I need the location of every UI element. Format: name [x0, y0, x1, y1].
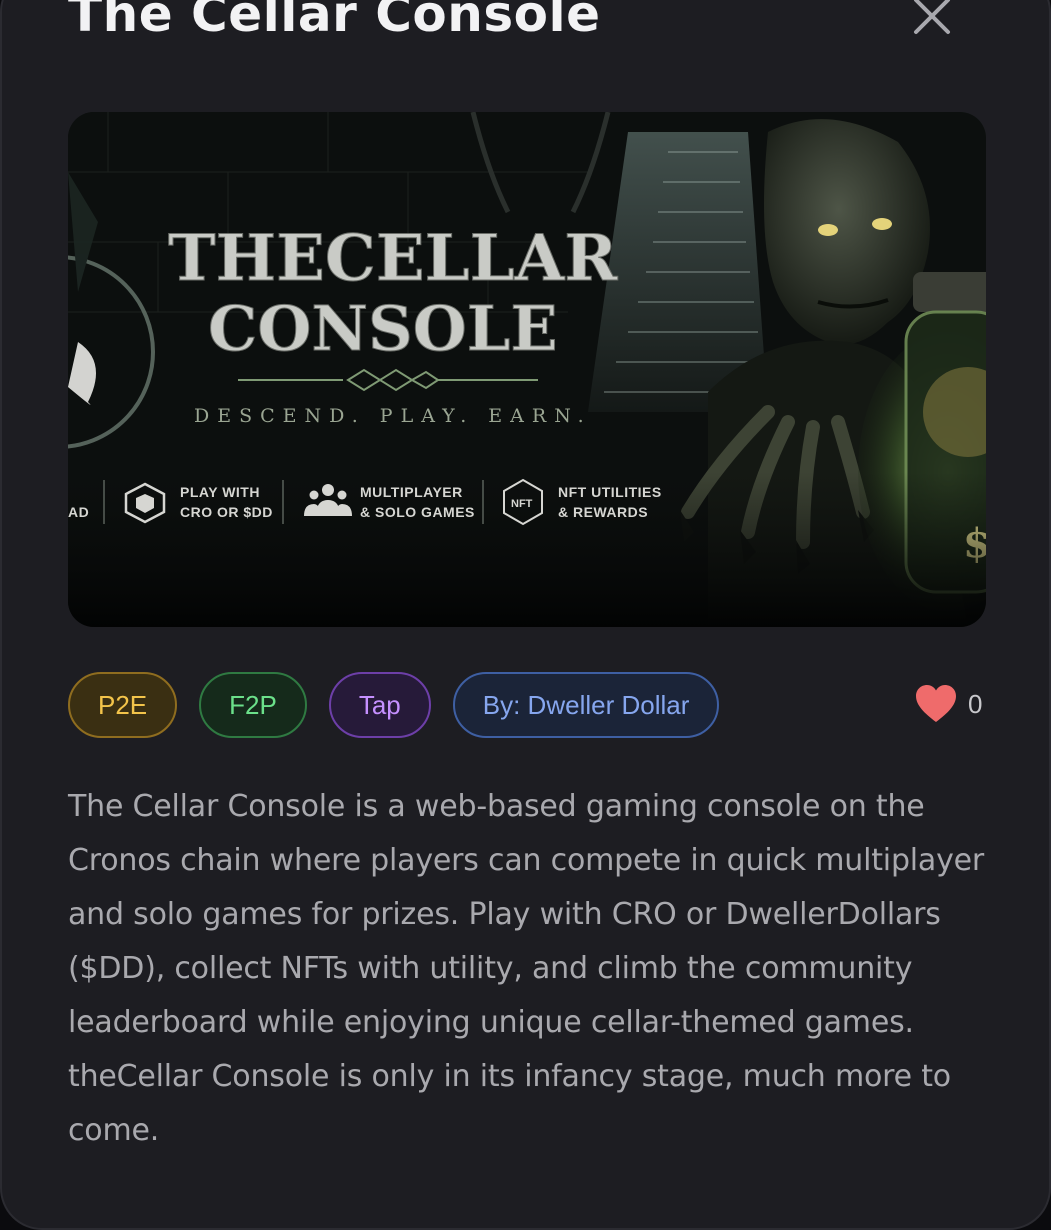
game-detail-modal: The Cellar Console THECELLAR CONSOLE DES…	[0, 0, 1051, 1230]
banner-tagline: DESCEND. PLAY. EARN.	[194, 405, 592, 427]
heart-icon	[916, 685, 956, 722]
author-tag[interactable]: By: Dweller Dollar	[452, 672, 720, 738]
close-icon	[914, 0, 950, 34]
tag-p2e[interactable]: P2E	[68, 672, 178, 738]
like-count: 0	[968, 688, 983, 719]
tag-list: P2E F2P Tap By: Dweller Dollar	[68, 670, 720, 740]
feature-partial-text: AD	[68, 504, 89, 520]
banner-title-line1: THECELLAR	[168, 221, 618, 296]
tag-tap[interactable]: Tap	[328, 672, 431, 738]
modal-title: The Cellar Console	[68, 0, 601, 43]
close-button[interactable]	[908, 0, 956, 40]
svg-text:PLAY WITH: PLAY WITH	[180, 484, 260, 500]
game-banner-image: THECELLAR CONSOLE DESCEND. PLAY. EARN. A…	[68, 112, 986, 627]
like-button[interactable]: 0	[914, 684, 982, 724]
tag-f2p[interactable]: F2P	[199, 672, 307, 738]
svg-text:NFT UTILITIES: NFT UTILITIES	[558, 484, 662, 500]
svg-text:& REWARDS: & REWARDS	[558, 504, 648, 520]
svg-text:CRO OR $DD: CRO OR $DD	[180, 504, 273, 520]
svg-text:MULTIPLAYER: MULTIPLAYER	[360, 484, 463, 500]
banner-title-line2: CONSOLE	[208, 292, 558, 365]
svg-text:& SOLO GAMES: & SOLO GAMES	[360, 504, 475, 520]
game-description: The Cellar Console is a web-based gaming…	[68, 789, 985, 1148]
svg-text:NFT: NFT	[511, 498, 533, 510]
